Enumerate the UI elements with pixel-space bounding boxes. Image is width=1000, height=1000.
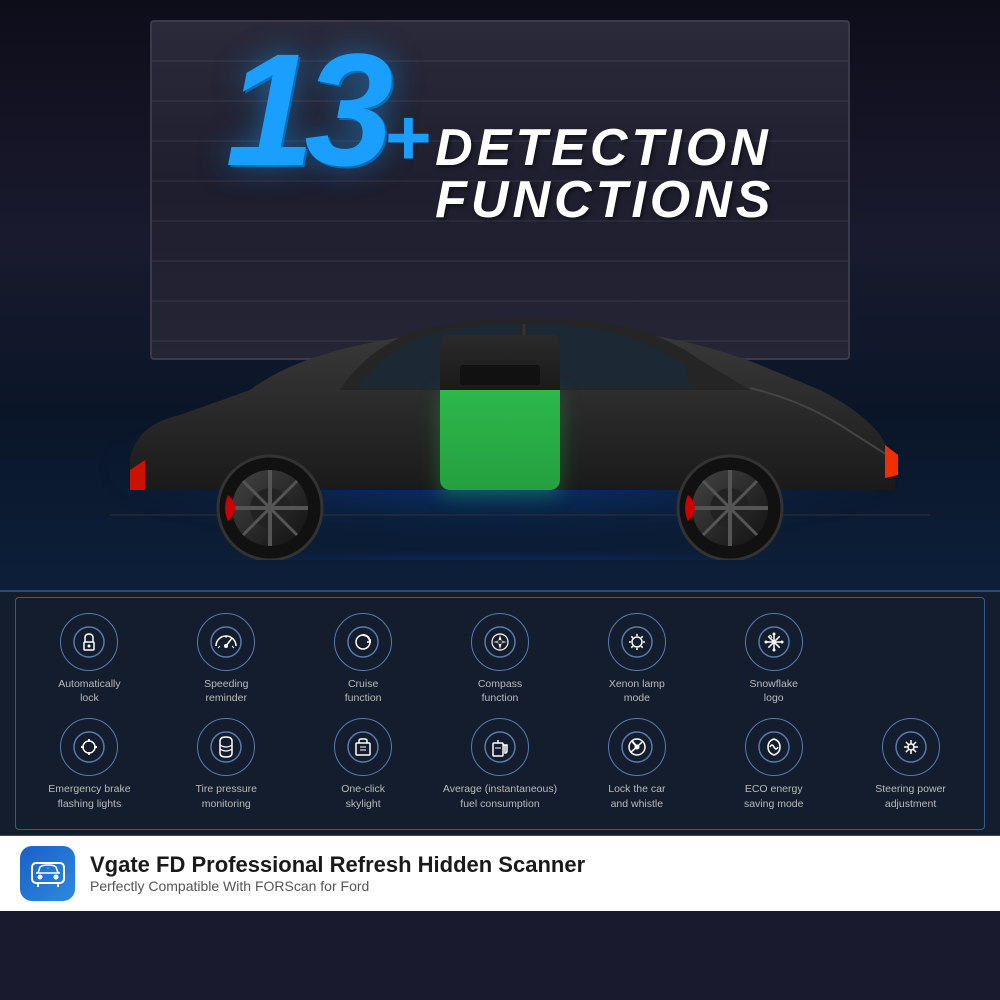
detection-text: DETECTION xyxy=(435,122,774,174)
lock-whistle-icon xyxy=(608,718,666,776)
app-icon xyxy=(20,846,75,901)
plus-sign: + xyxy=(383,92,430,184)
brand-subtitle: Perfectly Compatible With FORScan for Fo… xyxy=(90,878,980,894)
page-container: 13 + DETECTION FUNCTIONS xyxy=(0,0,1000,1000)
brand-text-container: Vgate FD Professional Refresh Hidden Sca… xyxy=(90,852,980,894)
function-speed-reminder: Speedingreminder xyxy=(158,608,295,713)
function-cruise: Cruisefunction xyxy=(295,608,432,713)
emergency-brake-label: Emergency brakeflashing lights xyxy=(48,782,130,810)
compass-icon xyxy=(471,613,529,671)
emergency-brake-icon xyxy=(60,718,118,776)
steering-label: Steering poweradjustment xyxy=(875,782,946,810)
function-snowflake: Snowflakelogo xyxy=(705,608,842,713)
fuel-label: Average (instantaneous)fuel consumption xyxy=(443,782,557,810)
tire-pressure-icon xyxy=(197,718,255,776)
bottom-branding: Vgate FD Professional Refresh Hidden Sca… xyxy=(0,836,1000,911)
snowflake-icon xyxy=(745,613,803,671)
obd-device xyxy=(440,335,560,490)
function-skylight: One-clickskylight xyxy=(295,713,432,818)
functions-text: FUNCTIONS xyxy=(435,174,774,226)
eco-label: ECO energysaving mode xyxy=(744,782,804,810)
auto-lock-label: Automaticallylock xyxy=(58,677,120,705)
hero-section: 13 + DETECTION FUNCTIONS xyxy=(0,0,1000,590)
obd-connector-top xyxy=(440,335,560,390)
function-xenon: Xenon lampmode xyxy=(568,608,705,713)
obd-body-green xyxy=(440,390,560,490)
title-area: 13 + DETECTION FUNCTIONS xyxy=(0,30,1000,226)
big-number: 13 xyxy=(225,30,383,190)
function-tire-pressure: Tire pressuremonitoring xyxy=(158,713,295,818)
function-compass: Compassfunction xyxy=(432,608,569,713)
cruise-label: Cruisefunction xyxy=(345,677,382,705)
function-lock-whistle: Lock the carand whistle xyxy=(568,713,705,818)
function-emergency-brake: Emergency brakeflashing lights xyxy=(21,713,158,818)
speed-reminder-icon xyxy=(197,613,255,671)
compass-label: Compassfunction xyxy=(478,677,522,705)
lock-whistle-label: Lock the carand whistle xyxy=(608,782,665,810)
skylight-label: One-clickskylight xyxy=(341,782,385,810)
number-line: 13 + DETECTION FUNCTIONS xyxy=(0,30,1000,226)
skylight-icon xyxy=(334,718,392,776)
speed-reminder-label: Speedingreminder xyxy=(204,677,248,705)
function-eco: ECO energysaving mode xyxy=(705,713,842,818)
functions-section: Automaticallylock Speedingreminder Cruis… xyxy=(0,590,1000,836)
fuel-icon xyxy=(471,718,529,776)
function-fuel: Average (instantaneous)fuel consumption xyxy=(432,713,569,818)
cruise-icon xyxy=(334,613,392,671)
snowflake-label: Snowflakelogo xyxy=(749,677,797,705)
detection-functions-text: DETECTION FUNCTIONS xyxy=(435,122,774,226)
auto-lock-icon xyxy=(60,613,118,671)
xenon-label: Xenon lampmode xyxy=(609,677,665,705)
tire-pressure-label: Tire pressuremonitoring xyxy=(196,782,257,810)
eco-icon xyxy=(745,718,803,776)
steering-icon xyxy=(882,718,940,776)
xenon-icon xyxy=(608,613,666,671)
brand-title: Vgate FD Professional Refresh Hidden Sca… xyxy=(90,852,980,878)
function-auto-lock: Automaticallylock xyxy=(21,608,158,713)
functions-grid: Automaticallylock Speedingreminder Cruis… xyxy=(15,597,985,830)
function-steering: Steering poweradjustment xyxy=(842,713,979,818)
